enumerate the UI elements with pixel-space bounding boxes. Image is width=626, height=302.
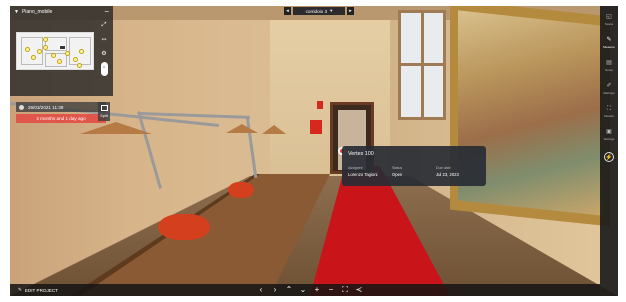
chevron-right-icon[interactable]: ▸	[347, 7, 354, 15]
notes-icon: ▤	[606, 60, 612, 66]
red-chair	[228, 182, 254, 198]
scan-point[interactable]	[77, 63, 82, 68]
expand-icon[interactable]: ⤢	[99, 20, 109, 30]
fire-extinguisher-sign	[310, 120, 322, 134]
scans-icon: ◱	[606, 14, 612, 20]
fit-width-icon[interactable]: ⇿	[99, 34, 109, 44]
bottom-bar: ✎ EDIT PROJECT ‹ › ⌃ ⌄ + − ⛶ ≺	[10, 284, 600, 296]
sidebar-item-label: Notes	[605, 68, 613, 72]
scan-selector: ◂ corridoio 3 ▾ ▸	[284, 7, 354, 15]
zoom-out-button[interactable]: −	[328, 285, 334, 295]
scan-point[interactable]	[57, 59, 62, 64]
edit-project-label: EDIT PROJECT	[24, 287, 58, 293]
scan-point[interactable]	[73, 57, 78, 62]
coat-hanger	[262, 125, 286, 134]
scan-point[interactable]	[43, 45, 48, 50]
sidebar-item-settings[interactable]: ▣ Settings	[600, 125, 618, 145]
issue-title: Vertex 100	[348, 151, 374, 157]
minus-icon[interactable]: −	[104, 8, 109, 16]
navigation-controls: ‹ › ⌃ ⌄ + − ⛶ ≺	[258, 284, 363, 296]
field-value: Lorenzo Tagioni	[348, 172, 378, 177]
zoom-toggle[interactable]: ⌃	[100, 62, 108, 76]
scan-point[interactable]	[31, 55, 36, 60]
issue-fields: Assignee Lorenzo Tagioni Status Open Due…	[348, 166, 480, 177]
viewer-app: ▼ Piano_mobile − ⤢ ⇿ ⚙ ⌃ 29/03/2021 11:3…	[10, 6, 618, 296]
floorplan-room	[45, 53, 67, 67]
scan-point[interactable]	[25, 47, 30, 52]
floorplan-area[interactable]: ⤢ ⇿ ⚙ ⌃	[10, 18, 113, 96]
split-view-label: Split	[100, 113, 108, 118]
settings-icon: ▣	[606, 129, 612, 135]
minimap-header[interactable]: ▼ Piano_mobile −	[10, 6, 113, 18]
sidebar-item-notes[interactable]: ▤ Notes	[600, 56, 618, 76]
right-toolbar: ◱ Scans ✎ Measure ▤ Notes ✐ Markups ⛶ Mo…	[600, 6, 618, 296]
settings-icon[interactable]: ⚙	[99, 48, 109, 58]
move-up-button[interactable]: ⌃	[286, 285, 293, 295]
sidebar-item-markups[interactable]: ✐ Markups	[600, 79, 618, 99]
window	[398, 10, 446, 120]
sidebar-item-measure[interactable]: ✎ Measure	[600, 33, 618, 53]
caret-down-icon[interactable]: ▼	[14, 9, 19, 15]
current-position-marker	[59, 45, 66, 50]
coat-hanger	[80, 122, 152, 134]
minimap-tools: ⤢ ⇿ ⚙ ⌃	[99, 20, 109, 76]
pencil-icon: ✐	[606, 83, 612, 89]
sidebar-item-models[interactable]: ⛶ Models	[600, 102, 618, 122]
issue-field-assignee: Assignee Lorenzo Tagioni	[348, 166, 392, 177]
chevron-left-icon[interactable]: ◂	[284, 7, 291, 15]
issue-field-due-date: Due date Jul 23, 2023	[436, 166, 480, 177]
coat-hanger	[226, 124, 258, 133]
field-label: Due date	[436, 166, 451, 170]
sidebar-item-label: Scans	[604, 22, 614, 26]
issue-card[interactable]: Vertex 100 Assignee Lorenzo Tagioni Stat…	[342, 146, 486, 186]
calendar-icon	[19, 104, 24, 110]
prev-scan-button[interactable]: ‹	[258, 285, 264, 295]
move-down-button[interactable]: ⌄	[300, 285, 307, 295]
pencil-icon: ✎	[18, 287, 22, 292]
scan-point[interactable]	[37, 49, 42, 54]
field-label: Assignee	[348, 166, 363, 170]
field-value: Open	[392, 172, 403, 177]
scan-point[interactable]	[43, 37, 48, 42]
scan-date: 29/03/2021 11:38	[28, 104, 64, 110]
fullscreen-button[interactable]: ⛶	[342, 285, 348, 295]
chevron-down-icon: ▾	[330, 8, 333, 13]
ruler-icon: ✎	[606, 37, 612, 43]
red-chair	[158, 214, 210, 240]
issue-field-status: Status Open	[392, 166, 436, 177]
floorplan[interactable]	[16, 32, 94, 70]
share-button[interactable]: ≺	[356, 285, 363, 295]
sidebar-item-scans[interactable]: ◱ Scans	[600, 10, 618, 30]
split-view-icon	[100, 105, 108, 111]
field-value: Jul 23, 2023	[436, 172, 459, 177]
minimap-panel: ▼ Piano_mobile − ⤢ ⇿ ⚙ ⌃	[10, 6, 113, 96]
scan-point[interactable]	[65, 51, 70, 56]
scan-date-bar[interactable]: 29/03/2021 11:38	[16, 102, 106, 112]
scan-point[interactable]	[79, 49, 84, 54]
next-scan-button[interactable]: ›	[272, 285, 278, 295]
edit-project-button[interactable]: ✎ EDIT PROJECT	[10, 287, 58, 293]
scan-dropdown[interactable]: corridoio 3 ▾	[293, 7, 345, 15]
split-view-button[interactable]: Split	[98, 102, 110, 121]
sidebar-item-label: Settings	[603, 137, 615, 141]
field-label: Status	[392, 166, 403, 170]
sidebar-item-label: Markups	[603, 91, 615, 95]
minimap-title: Piano_mobile	[21, 9, 53, 15]
sidebar-item-label: Measure	[603, 45, 615, 49]
exit-sign	[317, 101, 323, 109]
scan-age-warning: 2 months and 1 day ago	[16, 114, 106, 123]
scan-point[interactable]	[51, 53, 56, 58]
zoom-in-button[interactable]: +	[314, 285, 320, 295]
model-icon: ⛶	[606, 106, 612, 112]
power-icon[interactable]: ⚡	[604, 152, 614, 162]
scan-name: corridoio 3	[305, 8, 328, 14]
sidebar-item-label: Models	[604, 114, 614, 118]
